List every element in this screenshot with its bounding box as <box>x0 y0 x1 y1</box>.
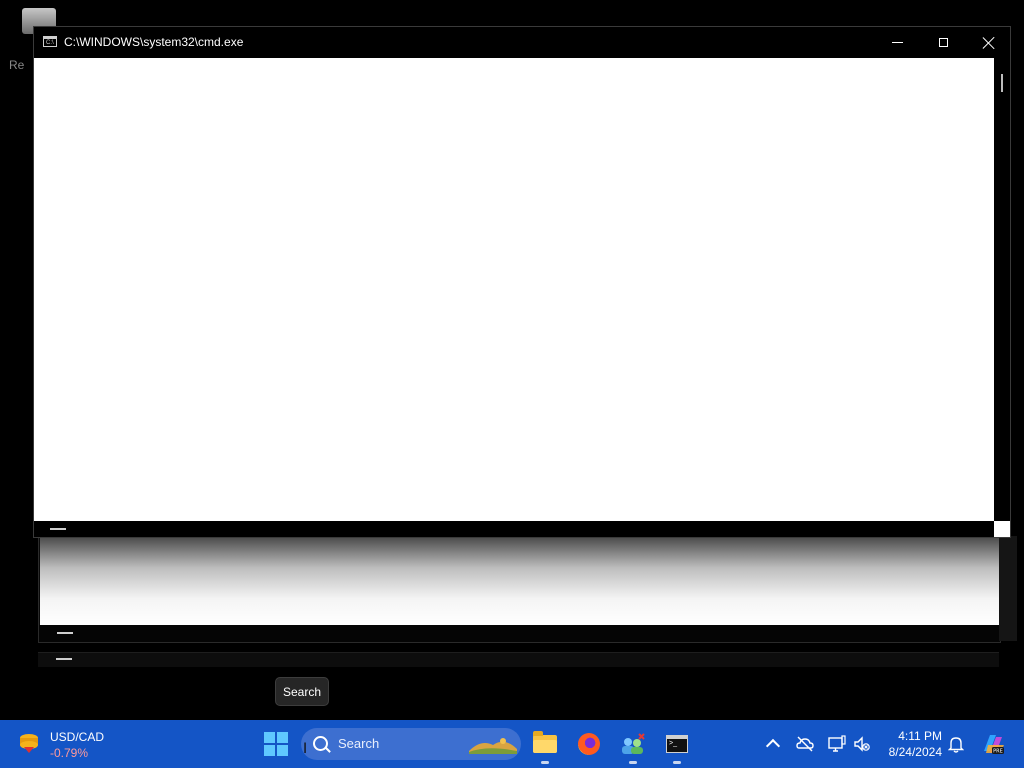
background-window-edge <box>999 536 1017 641</box>
horizontal-scrollbar[interactable] <box>34 521 994 537</box>
search-highlight-icon <box>469 738 517 754</box>
title-bar[interactable]: C:\ C:\WINDOWS\system32\cmd.exe <box>34 27 1010 58</box>
volume-muted-icon[interactable] <box>852 734 872 754</box>
widget-value: -0.79% <box>50 746 89 760</box>
minimize-icon <box>891 42 903 43</box>
maximize-button[interactable] <box>920 27 966 58</box>
show-hidden-icons-button[interactable] <box>763 734 783 754</box>
taskbar-search[interactable]: Search <box>301 728 521 760</box>
background-window-strip <box>38 652 999 667</box>
start-button[interactable] <box>264 732 288 756</box>
taskbar-file-explorer[interactable] <box>529 728 561 764</box>
currency-coins-icon <box>20 734 38 753</box>
folder-icon <box>533 731 557 753</box>
background-window <box>38 536 1001 643</box>
windows-logo-icon <box>264 732 275 743</box>
chevron-up-icon <box>765 738 781 754</box>
terminal-icon: >_ <box>666 735 688 753</box>
copilot-icon[interactable]: PRE <box>980 731 1006 757</box>
search-icon <box>313 736 328 751</box>
window-title: C:\WINDOWS\system32\cmd.exe <box>64 35 244 49</box>
people-icon <box>622 733 645 754</box>
close-icon <box>983 37 995 49</box>
resize-corner[interactable] <box>994 521 1010 537</box>
taskbar-people-app[interactable] <box>617 728 649 764</box>
cmd-window[interactable]: C:\ C:\WINDOWS\system32\cmd.exe <box>33 26 1011 538</box>
maximize-icon <box>938 38 948 47</box>
text-cursor-icon: I <box>303 741 308 757</box>
minimize-button[interactable] <box>874 27 920 58</box>
scrollbar-thumb[interactable] <box>1001 74 1003 92</box>
notification-bell-icon[interactable] <box>948 735 964 753</box>
search-placeholder: Search <box>338 736 380 751</box>
scrollbar-handle[interactable] <box>50 528 66 530</box>
firefox-icon <box>578 733 600 755</box>
onedrive-offline-icon[interactable] <box>795 734 815 754</box>
clock-time[interactable]: 4:11 PM <box>880 729 942 743</box>
taskbar-terminal[interactable]: >_ <box>661 728 693 764</box>
desktop-icon-label: Re <box>9 58 25 72</box>
network-icon[interactable] <box>827 734 847 754</box>
currency-widget[interactable]: USD/CAD -0.79% <box>16 728 116 762</box>
cmd-icon[interactable]: C:\ <box>43 36 57 47</box>
close-button[interactable] <box>966 27 1012 58</box>
taskbar-firefox[interactable] <box>573 728 605 760</box>
widget-title: USD/CAD <box>50 730 105 744</box>
clock-date[interactable]: 8/24/2024 <box>880 745 942 759</box>
vertical-scrollbar[interactable] <box>994 58 1010 521</box>
console-area[interactable] <box>34 58 994 521</box>
taskbar: USD/CAD -0.79% Search I >_ 4:11 PM 8/24/… <box>0 720 1024 768</box>
svg-text:PRE: PRE <box>993 749 1003 755</box>
search-tooltip: Search <box>275 677 329 706</box>
